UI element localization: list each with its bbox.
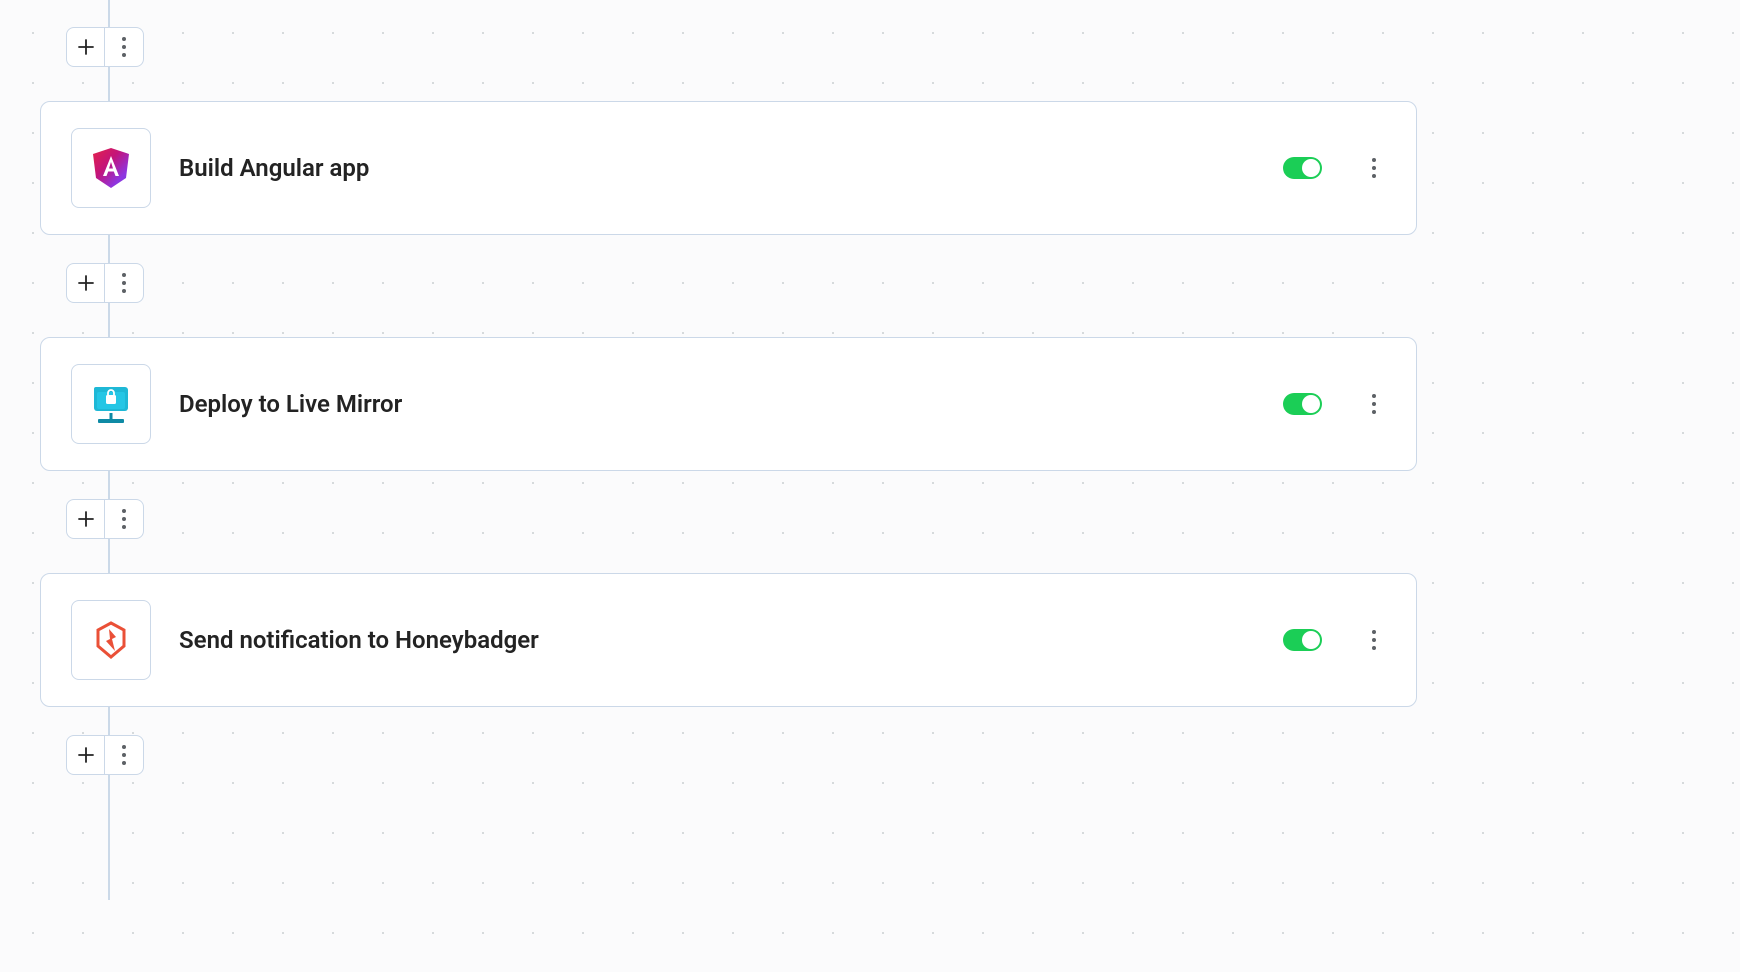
pipeline-canvas: Build Angular app <box>40 0 1417 775</box>
pipeline-step-card[interactable]: Build Angular app <box>40 101 1417 235</box>
step-title: Deploy to Live Mirror <box>179 390 1255 418</box>
pipeline-step-card[interactable]: Send notification to Honeybadger <box>40 573 1417 707</box>
more-vertical-icon <box>122 37 126 57</box>
more-vertical-icon <box>1372 630 1376 650</box>
step-enabled-toggle[interactable] <box>1283 157 1322 179</box>
add-step-button[interactable] <box>67 28 105 66</box>
step-enabled-toggle[interactable] <box>1283 393 1322 415</box>
insert-step-group <box>66 499 144 539</box>
add-step-button[interactable] <box>67 500 105 538</box>
add-step-button[interactable] <box>67 736 105 774</box>
step-title: Send notification to Honeybadger <box>179 626 1255 654</box>
plus-icon <box>78 511 94 527</box>
plus-icon <box>78 747 94 763</box>
insert-step-group <box>66 263 144 303</box>
step-more-button[interactable] <box>1362 392 1386 416</box>
add-step-button[interactable] <box>67 264 105 302</box>
insert-step-group <box>66 735 144 775</box>
step-icon-box <box>71 600 151 680</box>
step-icon-box <box>71 364 151 444</box>
step-more-button[interactable] <box>1362 156 1386 180</box>
plus-icon <box>78 39 94 55</box>
more-vertical-icon <box>122 509 126 529</box>
insert-more-button[interactable] <box>105 736 143 774</box>
step-title: Build Angular app <box>179 154 1255 182</box>
more-vertical-icon <box>1372 394 1376 414</box>
angular-icon <box>87 144 135 192</box>
step-enabled-toggle[interactable] <box>1283 629 1322 651</box>
step-more-button[interactable] <box>1362 628 1386 652</box>
pipeline-step-card[interactable]: Deploy to Live Mirror <box>40 337 1417 471</box>
insert-more-button[interactable] <box>105 264 143 302</box>
sftp-secure-icon <box>84 377 138 431</box>
insert-step-group <box>66 27 144 67</box>
honeybadger-icon <box>88 617 134 663</box>
more-vertical-icon <box>122 273 126 293</box>
insert-more-button[interactable] <box>105 500 143 538</box>
more-vertical-icon <box>122 745 126 765</box>
more-vertical-icon <box>1372 158 1376 178</box>
step-icon-box <box>71 128 151 208</box>
insert-more-button[interactable] <box>105 28 143 66</box>
plus-icon <box>78 275 94 291</box>
